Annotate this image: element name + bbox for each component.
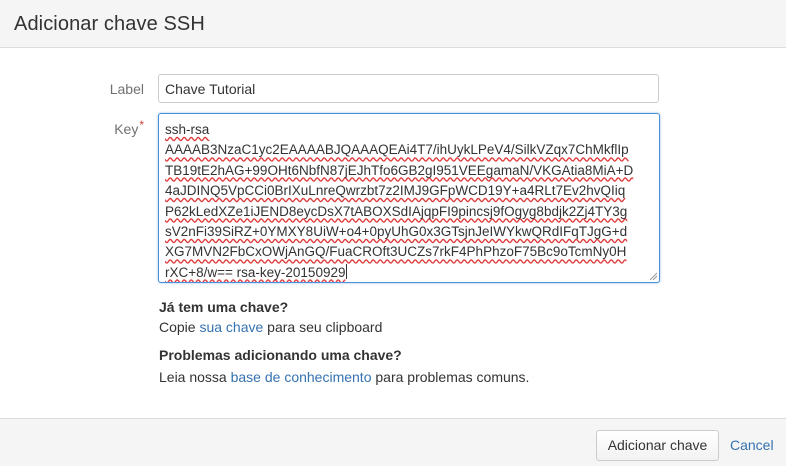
problems-title: Problemas adicionando uma chave?	[159, 347, 402, 363]
key-line: TB19tE2hAG+99OHt6NbfN87jEJhTfo6GB2gI951V…	[165, 161, 654, 181]
problems-prefix: Leia nossa	[159, 369, 231, 385]
key-line: P62kLedXZe1iJEND8eycDsX7tABOXSdIAjqpFI9p…	[165, 202, 654, 222]
key-line: AAAAB3NzaC1yc2EAAAABJQAAAQEAi4T7/ihUykLP…	[165, 140, 654, 160]
existing-key-suffix: para seu clipboard	[263, 319, 383, 335]
cancel-link[interactable]: Cancel	[730, 437, 774, 453]
key-line: sV2nFi39SiRZ+0YMXY8UiW+o4+0pyUhG0x3GTsjn…	[165, 222, 654, 242]
existing-key-title: Já tem uma chave?	[159, 299, 289, 315]
problems-text: Leia nossa base de conhecimento para pro…	[159, 369, 529, 385]
problems-suffix: para problemas comuns.	[371, 369, 530, 385]
key-field-label: Key*	[114, 118, 144, 137]
add-key-button[interactable]: Adicionar chave	[596, 430, 719, 461]
key-field-label-text: Key	[114, 121, 139, 137]
dialog-footer: Adicionar chave Cancel	[0, 418, 786, 466]
resize-grip-icon[interactable]	[649, 272, 657, 280]
key-line-text: rXC+8/w== rsa-key-20150929	[165, 264, 346, 280]
key-line-text: P62kLedXZe1iJEND8eycDsX7tABOXSdIAjqpFI9p…	[165, 203, 628, 219]
existing-key-prefix: Copie	[159, 319, 200, 335]
dialog-header: Adicionar chave SSH	[0, 0, 786, 48]
key-line-text: XG7MVN2FbCxOWjAnGQ/FuaCROft3UCZs7rkF4PhP…	[165, 244, 627, 260]
existing-key-text: Copie sua chave para seu clipboard	[159, 319, 382, 335]
key-line: XG7MVN2FbCxOWjAnGQ/FuaCROft3UCZs7rkF4PhP…	[165, 242, 654, 262]
key-textarea[interactable]: ssh-rsa AAAAB3NzaC1yc2EAAAABJQAAAQEAi4T7…	[158, 113, 660, 283]
key-line-text: TB19tE2hAG+99OHt6NbfN87jEJhTfo6GB2gI951V…	[165, 162, 634, 178]
key-line: ssh-rsa	[165, 120, 654, 140]
dialog-title: Adicionar chave SSH	[14, 13, 205, 35]
key-line: 4aJDINQ5VpCCi0BrIXuLnreQwrzbt7z2IMJ9GFpW…	[165, 181, 654, 201]
label-input[interactable]	[158, 74, 659, 103]
text-caret	[346, 263, 348, 279]
knowledge-base-link[interactable]: base de conhecimento	[231, 369, 372, 385]
key-line-text: AAAAB3NzaC1yc2EAAAABJQAAAQEAi4T7/ihUykLP…	[165, 142, 629, 158]
required-asterisk: *	[139, 118, 144, 132]
your-key-link[interactable]: sua chave	[199, 319, 263, 335]
key-line-text: ssh-rsa	[165, 122, 210, 137]
add-ssh-key-dialog: Adicionar chave SSH Label Key* ssh-rsa A…	[0, 0, 786, 466]
key-line: rXC+8/w== rsa-key-20150929	[165, 263, 654, 282]
key-line-text: sV2nFi39SiRZ+0YMXY8UiW+o4+0pyUhG0x3GTsjn…	[165, 224, 628, 240]
label-field-label-text: Label	[109, 81, 144, 97]
key-line-text: 4aJDINQ5VpCCi0BrIXuLnreQwrzbt7z2IMJ9GFpW…	[165, 183, 626, 199]
label-field-label: Label	[110, 81, 144, 97]
